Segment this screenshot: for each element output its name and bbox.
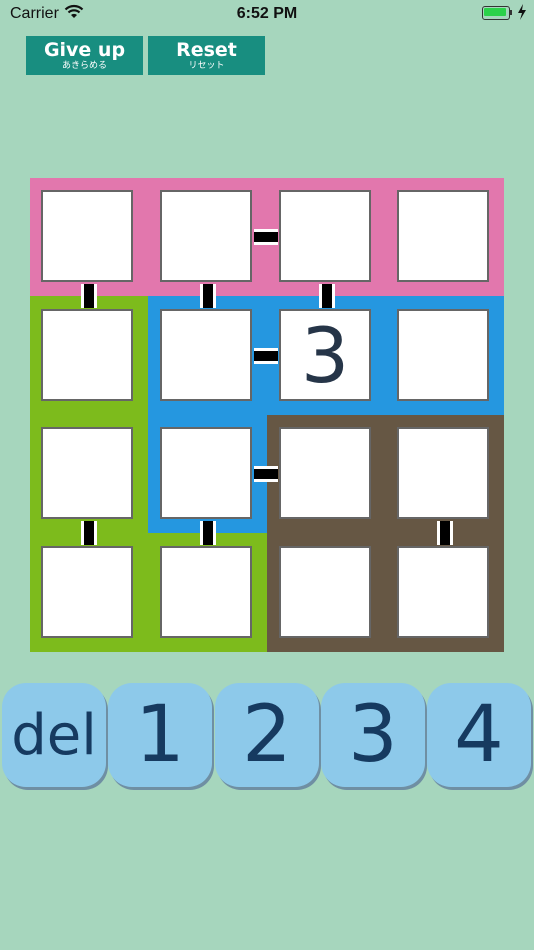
grid-cell[interactable]: [41, 309, 133, 401]
status-bar: Carrier 6:52 PM: [0, 0, 534, 28]
number-key-1[interactable]: 1: [108, 683, 212, 787]
grid-cell[interactable]: [41, 190, 133, 282]
reset-label: Reset: [176, 39, 237, 61]
grid-cell[interactable]: [160, 427, 252, 519]
connector-bar: [200, 521, 216, 545]
give-up-button[interactable]: Give up あきらめる: [26, 36, 143, 75]
grid-cell[interactable]: [279, 427, 371, 519]
grid-cell[interactable]: [397, 546, 489, 638]
reset-sublabel: リセット: [188, 61, 225, 71]
connector-bar: [81, 521, 97, 545]
connector-bar: [81, 284, 97, 308]
connector-bar: [254, 229, 278, 245]
grid-cell[interactable]: [160, 546, 252, 638]
grid-cell[interactable]: 3: [279, 309, 371, 401]
del-key[interactable]: del: [2, 683, 106, 787]
battery-icon: [482, 6, 512, 20]
connector-bar: [254, 348, 278, 364]
give-up-sublabel: あきらめる: [61, 61, 107, 71]
number-key-2[interactable]: 2: [215, 683, 319, 787]
number-key-4[interactable]: 4: [427, 683, 531, 787]
grid-cell[interactable]: [397, 190, 489, 282]
connector-bar: [319, 284, 335, 308]
puzzle-board: 3: [30, 178, 504, 652]
connector-bar: [437, 521, 453, 545]
charging-icon: [517, 3, 527, 25]
grid-cell[interactable]: [160, 190, 252, 282]
number-key-3[interactable]: 3: [321, 683, 425, 787]
grid-cell[interactable]: [279, 546, 371, 638]
clock: 6:52 PM: [236, 5, 298, 22]
grid-cell[interactable]: [397, 427, 489, 519]
connector-bar: [200, 284, 216, 308]
grid-cell[interactable]: [41, 427, 133, 519]
give-up-label: Give up: [43, 39, 126, 61]
grid-cell[interactable]: [160, 309, 252, 401]
grid-cell[interactable]: [279, 190, 371, 282]
reset-button[interactable]: Reset リセット: [148, 36, 265, 75]
grid-cell[interactable]: [397, 309, 489, 401]
grid-cell[interactable]: [41, 546, 133, 638]
connector-bar: [254, 466, 278, 482]
